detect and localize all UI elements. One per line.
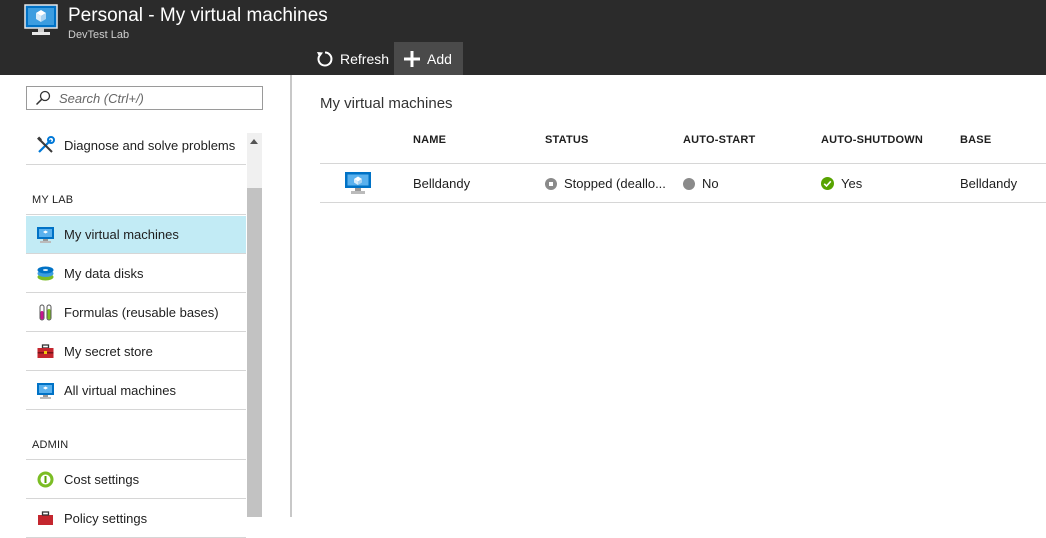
vm-status: Stopped (deallo... bbox=[545, 176, 666, 191]
menu-scrollbar-track[interactable] bbox=[247, 133, 262, 517]
check-circle-icon bbox=[821, 177, 834, 190]
wrench-icon bbox=[36, 136, 55, 155]
refresh-icon bbox=[317, 51, 333, 66]
test-tubes-icon bbox=[36, 303, 55, 322]
search-icon bbox=[35, 90, 51, 106]
sidebar-item-my-virtual-machines[interactable]: My virtual machines bbox=[26, 216, 246, 254]
vm-auto-shutdown-text: Yes bbox=[841, 176, 863, 191]
vm-auto-start: No bbox=[683, 176, 719, 191]
cost-coin-icon bbox=[36, 470, 55, 489]
scroll-up-arrow-icon[interactable] bbox=[250, 139, 258, 144]
sidebar-item-my-secret-store[interactable]: My secret store bbox=[26, 333, 246, 371]
table-row-divider bbox=[320, 202, 1046, 203]
plus-icon bbox=[404, 50, 420, 67]
column-header-status[interactable]: STATUS bbox=[545, 134, 589, 146]
sidebar-item-diagnose[interactable]: Diagnose and solve problems bbox=[26, 127, 246, 165]
column-header-auto-start[interactable]: AUTO-START bbox=[683, 134, 755, 146]
add-label: Add bbox=[427, 50, 452, 67]
sidebar-item-label: Diagnose and solve problems bbox=[64, 138, 236, 153]
vm-base: Belldandy bbox=[960, 176, 1018, 191]
toolbox-icon bbox=[36, 342, 55, 361]
pane-divider bbox=[290, 75, 292, 517]
sidebar-item-all-virtual-machines[interactable]: All virtual machines bbox=[26, 372, 246, 410]
sidebar-item-label: All virtual machines bbox=[64, 383, 176, 398]
divider bbox=[26, 214, 246, 215]
sidebar-item-label: Cost settings bbox=[64, 472, 140, 487]
search-box[interactable] bbox=[26, 86, 263, 110]
section-label-admin: ADMIN bbox=[32, 439, 69, 451]
section-label-my-lab: MY LAB bbox=[32, 194, 74, 206]
column-header-base[interactable]: BASE bbox=[960, 134, 991, 146]
data-disk-icon bbox=[36, 264, 55, 283]
sidebar-item-label: My data disks bbox=[64, 266, 144, 281]
disabled-dot-icon bbox=[683, 177, 695, 190]
vm-monitor-icon bbox=[36, 381, 55, 400]
sidebar-item-label: Policy settings bbox=[64, 511, 148, 526]
add-button[interactable]: Add bbox=[394, 42, 463, 75]
sidebar-item-label: Formulas (reusable bases) bbox=[64, 305, 219, 320]
vm-monitor-icon bbox=[24, 4, 58, 36]
content-title: My virtual machines bbox=[320, 95, 453, 112]
sidebar-item-label: My virtual machines bbox=[64, 227, 179, 242]
column-header-name[interactable]: NAME bbox=[413, 134, 446, 146]
vm-name[interactable]: Belldandy bbox=[413, 176, 470, 191]
scroll-thumb[interactable] bbox=[247, 188, 262, 517]
sidebar-item-my-data-disks[interactable]: My data disks bbox=[26, 255, 246, 293]
policy-icon bbox=[36, 509, 55, 528]
refresh-button[interactable]: Refresh bbox=[308, 42, 394, 75]
blade-header: Personal - My virtual machines DevTest L… bbox=[0, 0, 1046, 75]
vm-auto-shutdown: Yes bbox=[821, 176, 862, 191]
vm-auto-start-text: No bbox=[702, 176, 719, 191]
page-subtitle: DevTest Lab bbox=[68, 29, 130, 41]
divider bbox=[26, 459, 246, 460]
column-header-auto-shutdown[interactable]: AUTO-SHUTDOWN bbox=[821, 134, 923, 146]
sidebar-item-label: My secret store bbox=[64, 344, 153, 359]
vm-monitor-icon bbox=[344, 171, 372, 195]
sidebar-item-formulas[interactable]: Formulas (reusable bases) bbox=[26, 294, 246, 332]
sidebar-item-policy-settings[interactable]: Policy settings bbox=[26, 500, 246, 538]
vm-status-text: Stopped (deallo... bbox=[564, 176, 666, 191]
stopped-status-icon bbox=[545, 177, 557, 190]
table-row[interactable]: Belldandy Stopped (deallo... No Yes Bell… bbox=[320, 164, 1046, 202]
refresh-label: Refresh bbox=[340, 50, 390, 67]
sidebar-item-cost-settings[interactable]: Cost settings bbox=[26, 461, 246, 499]
vm-monitor-icon bbox=[36, 225, 55, 244]
page-title: Personal - My virtual machines bbox=[68, 5, 328, 26]
search-input[interactable] bbox=[59, 90, 259, 106]
